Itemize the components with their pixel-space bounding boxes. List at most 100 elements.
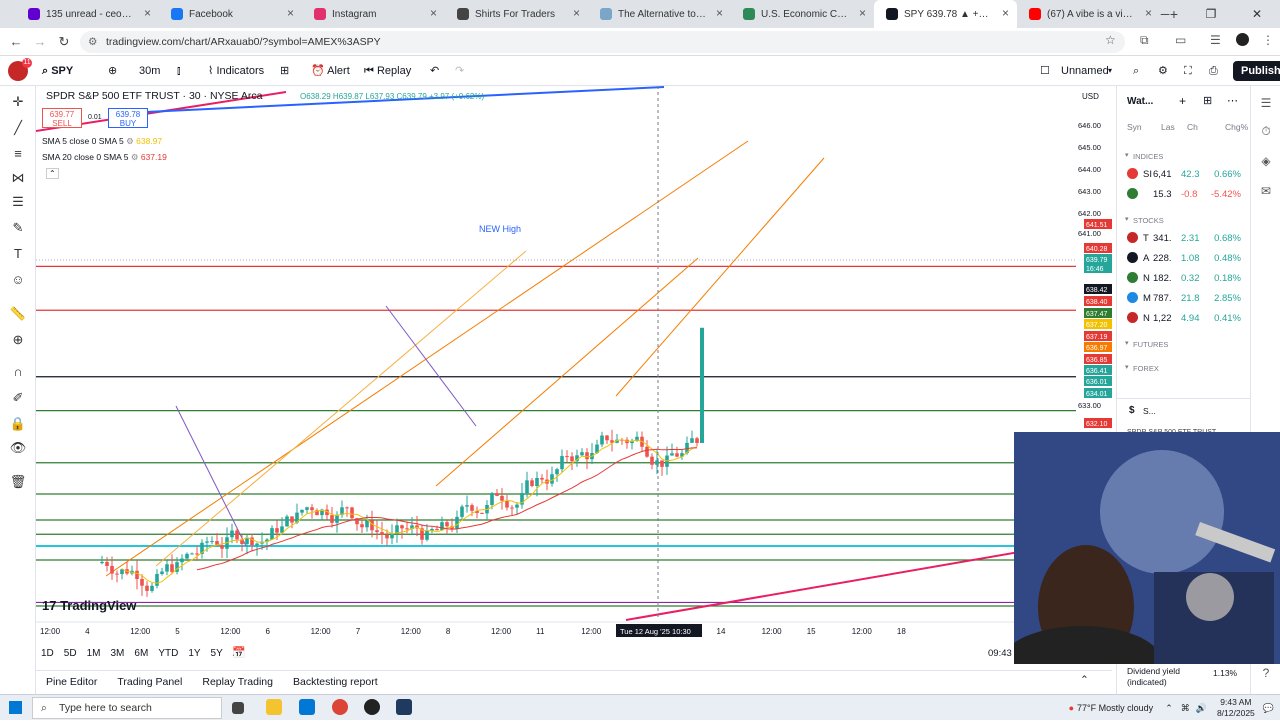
crosshair-icon[interactable]: ✛ [8, 92, 28, 112]
url-field[interactable]: ⚙ tradingview.com/chart/ARxauab0/?symbol=… [80, 31, 1125, 53]
redo-icon[interactable]: ↷ [455, 62, 464, 80]
date-range-icon[interactable]: 📅 [232, 646, 246, 659]
browser-tab[interactable]: Instagram × [302, 0, 445, 28]
watchlist-row[interactable]: A 228. 1.08 0.48% [1117, 248, 1251, 268]
store-icon[interactable] [299, 699, 315, 715]
back-icon[interactable]: ← [4, 34, 28, 49]
layout-checkbox-icon[interactable]: ☐ [1040, 62, 1050, 80]
collapse-panel-icon[interactable]: ⌃ [1080, 674, 1089, 686]
layout-name[interactable]: Unnamed [1061, 62, 1109, 80]
volume-icon[interactable]: 🔊 [1196, 703, 1207, 714]
watchlist-row[interactable]: N 182. 0.32 0.18% [1117, 268, 1251, 288]
maximize-icon[interactable]: ❐ [1188, 0, 1234, 28]
more-icon[interactable]: ⋯ [1227, 94, 1238, 107]
range-button-1y[interactable]: 1Y [188, 648, 200, 659]
range-button-6m[interactable]: 6M [134, 648, 148, 659]
browser-tab[interactable]: SPY 639.78 ▲ +0.61% Uni × [874, 0, 1017, 28]
help-icon[interactable]: ? [1258, 666, 1274, 682]
fib-icon[interactable]: ≡ [8, 144, 28, 164]
range-button-1d[interactable]: 1D [41, 648, 54, 659]
watchlist-icon[interactable]: ☰ [1258, 96, 1274, 112]
templates-icon[interactable]: ⊞ [280, 62, 289, 80]
advanced-view-icon[interactable]: ⊞ [1203, 94, 1212, 107]
sidebar-icon[interactable]: ▭ [1175, 33, 1186, 47]
fullscreen-icon[interactable]: ⛶ [1184, 62, 1192, 80]
close-tab-icon[interactable]: × [430, 6, 437, 20]
close-tab-icon[interactable]: × [573, 6, 580, 20]
magnet-icon[interactable]: ∩ [8, 362, 28, 382]
close-tab-icon[interactable]: × [859, 6, 866, 20]
reload-icon[interactable]: ↻ [52, 34, 76, 50]
price-chart[interactable]: NEW High646.00645.00644.00643.00642.0064… [36, 86, 1112, 642]
close-tab-icon[interactable]: × [1002, 6, 1009, 20]
interval-button[interactable]: 30m [139, 62, 160, 80]
projection-icon[interactable]: ☰ [8, 192, 28, 212]
watchlist-row[interactable]: T 341. 2.31 0.68% [1117, 228, 1251, 248]
zoom-icon[interactable]: ⊕ [8, 330, 28, 350]
taskbar-clock[interactable]: 9:43 AM 8/12/2025 [1217, 697, 1255, 719]
profile-avatar[interactable] [1236, 33, 1249, 46]
downloads-icon[interactable]: ☰ [1210, 33, 1221, 47]
watchlist-column-header[interactable]: Syn [1127, 122, 1142, 132]
add-symbol-icon[interactable]: + [1179, 94, 1186, 108]
watchlist-column-header[interactable]: Las [1161, 122, 1175, 132]
site-info-icon[interactable]: ⚙ [88, 31, 97, 53]
icons-icon[interactable]: ☺ [8, 270, 28, 290]
publish-button[interactable]: Publish [1233, 61, 1280, 81]
sell-button[interactable]: 639.77 SELL [42, 108, 82, 128]
browser-tab[interactable]: 135 unread - ceo4ams@y × [16, 0, 159, 28]
obs-icon[interactable] [364, 699, 380, 715]
undo-icon[interactable]: ↶ [430, 62, 439, 80]
indicators-button[interactable]: ⌇ Indicators [208, 62, 264, 80]
trading-app-icon[interactable] [396, 699, 412, 715]
minimize-icon[interactable]: ─ [1142, 0, 1188, 28]
chevron-down-icon[interactable]: ▾ [1125, 151, 1129, 159]
settings-icon[interactable]: ⚙ [126, 136, 134, 146]
close-tab-icon[interactable]: × [716, 6, 723, 20]
trend-line-icon[interactable]: ╱ [8, 118, 28, 138]
watchlist-row[interactable]: N 1,22 4.94 0.41% [1117, 308, 1251, 328]
layers-icon[interactable]: ◈ [1258, 154, 1274, 170]
range-button-5d[interactable]: 5D [64, 648, 77, 659]
chevron-down-icon[interactable]: ▾ [1125, 363, 1129, 371]
replay-button[interactable]: ⏮ Replay [364, 62, 411, 80]
network-icon[interactable]: ⌘ [1181, 703, 1190, 714]
stay-drawing-icon[interactable]: ✐ [8, 388, 28, 408]
watchlist-section[interactable]: INDICES [1133, 152, 1163, 161]
text-icon[interactable]: T [8, 244, 28, 264]
close-window-icon[interactable]: ✕ [1234, 0, 1280, 28]
range-button-5y[interactable]: 5Y [211, 648, 223, 659]
watchlist-row[interactable]: M 787. 21.8 2.85% [1117, 288, 1251, 308]
range-button-ytd[interactable]: YTD [158, 648, 178, 659]
chat-icon[interactable]: ✉ [1258, 184, 1274, 200]
watchlist-column-header[interactable]: Ch [1187, 122, 1198, 132]
symbol-detail-name[interactable]: S... [1143, 406, 1156, 416]
snapshot-icon[interactable]: ⎙ [1209, 62, 1218, 80]
symbol-search[interactable]: ⌕ SPY [42, 62, 73, 80]
settings-icon[interactable]: ⚙ [131, 152, 139, 162]
browser-tab[interactable]: Shirts For Traders × [445, 0, 588, 28]
chevron-down-icon[interactable]: ▾ [1125, 339, 1129, 347]
close-tab-icon[interactable]: × [144, 6, 151, 20]
panel-tab[interactable]: Backtesting report [293, 676, 378, 688]
chrome-icon[interactable] [332, 699, 348, 715]
forward-icon[interactable]: → [28, 34, 52, 49]
windows-start-icon[interactable] [9, 701, 22, 714]
clock-icon[interactable]: ⏱ [1258, 124, 1274, 140]
bookmark-star-icon[interactable]: ☆ [1105, 33, 1116, 47]
currency-label[interactable]: USD [1082, 92, 1099, 101]
browser-tab[interactable]: U.S. Economic Calendar - × [731, 0, 874, 28]
collapse-legend-icon[interactable]: ⌃ [46, 168, 59, 179]
tray-chevron-icon[interactable]: ⌃ [1165, 703, 1173, 714]
chart-type-icon[interactable]: ⫾ [177, 62, 181, 80]
range-button-1m[interactable]: 1M [87, 648, 101, 659]
panel-tab[interactable]: Trading Panel [117, 676, 182, 688]
brush-icon[interactable]: ✎ [8, 218, 28, 238]
browser-tab[interactable]: (67) A vibe is a vibe r × [1017, 0, 1160, 28]
browser-tab[interactable]: Facebook × [159, 0, 302, 28]
browser-menu-icon[interactable]: ⋮ [1262, 33, 1274, 47]
trash-icon[interactable]: 🗑 [8, 472, 28, 492]
panel-tab[interactable]: Pine Editor [46, 676, 97, 688]
alert-button[interactable]: ⏰ Alert [311, 62, 350, 80]
settings-icon[interactable]: ⚙ [1158, 62, 1168, 80]
